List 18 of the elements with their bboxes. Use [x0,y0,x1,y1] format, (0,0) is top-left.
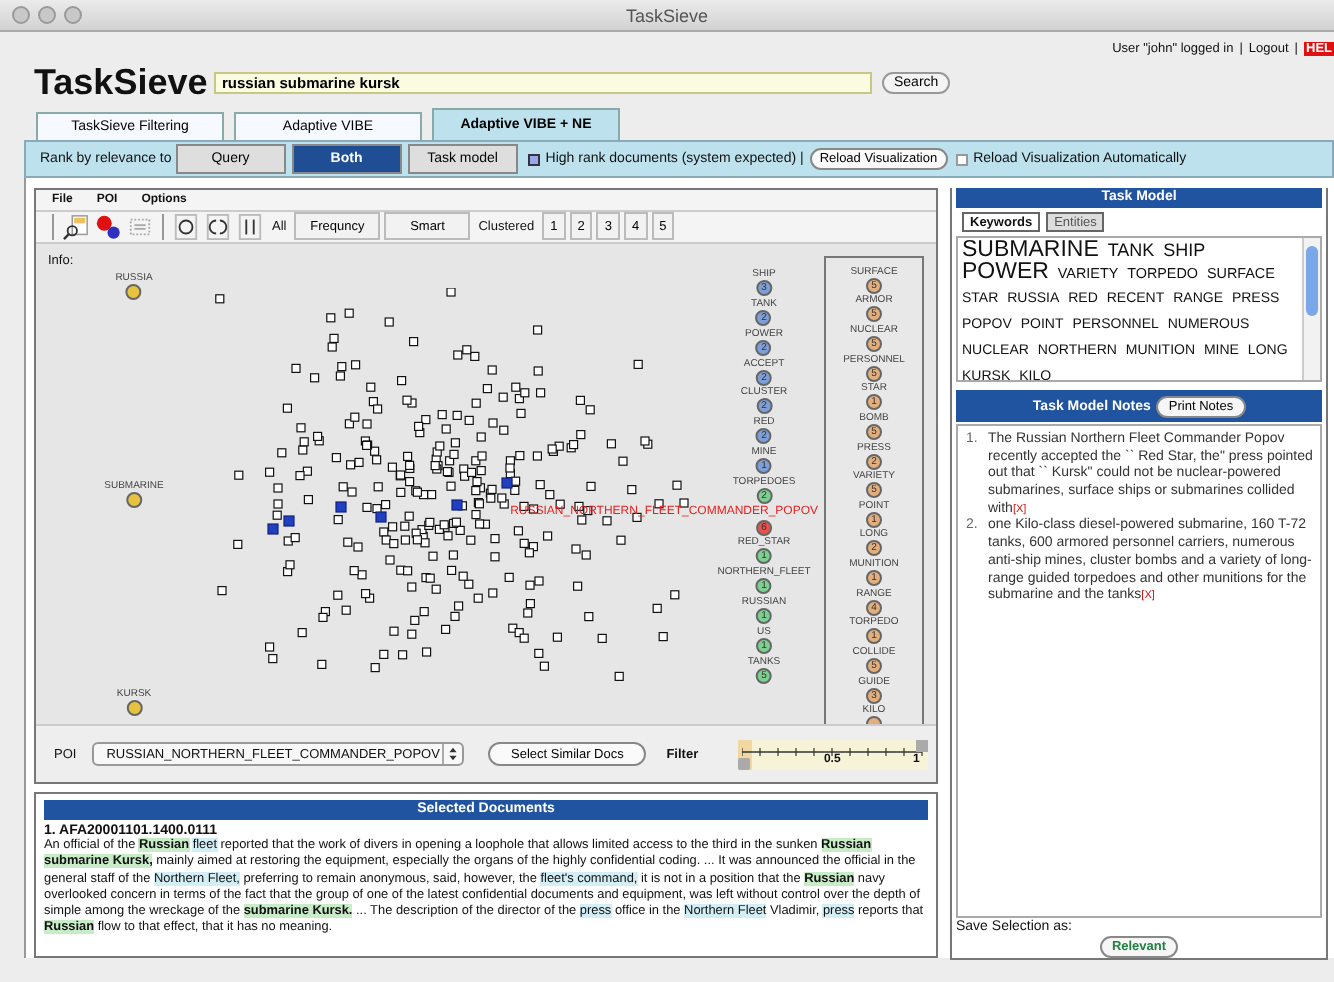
keyword[interactable]: SHIP [1163,240,1206,260]
magnifier-icon[interactable] [62,213,90,240]
legend-swatch-icon [527,153,540,165]
keyword[interactable]: SUBMARINE [962,238,1099,262]
checkbox[interactable] [955,153,968,165]
bars-icon[interactable] [236,213,264,240]
poi-marker[interactable] [126,699,142,716]
slider-thumb[interactable] [916,739,929,752]
scrollbar[interactable] [1302,238,1320,381]
circle-icon[interactable] [172,213,200,240]
app-logo: TaskSieve [34,61,210,103]
keyword[interactable]: TANK [1107,240,1155,260]
keyword[interactable]: POWER [962,260,1049,284]
dots-icon[interactable] [94,213,122,240]
arcs-icon[interactable] [204,213,232,240]
window-title: TaskSieve [625,5,709,25]
poi-marker[interactable] [126,491,142,508]
poi-marker[interactable] [126,283,142,300]
